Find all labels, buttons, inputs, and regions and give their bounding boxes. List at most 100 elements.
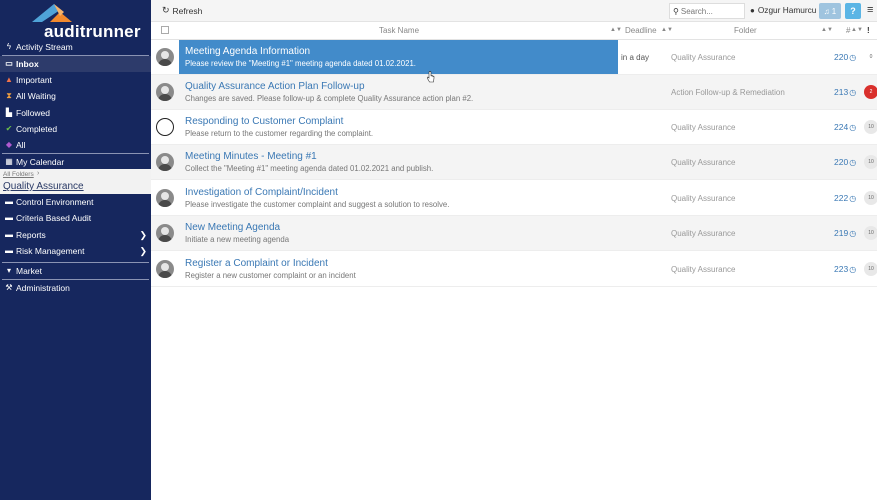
folder-risk-management[interactable]: ▬ Risk Management ❯ — [0, 243, 151, 259]
priority-badge: 10 — [864, 155, 877, 169]
user-icon: ● — [750, 5, 755, 15]
sidebar-item-label: Important — [16, 75, 52, 85]
folder-label: Risk Management — [16, 246, 85, 256]
folder-breadcrumb: All Folders › Quality Assurance — [0, 169, 151, 194]
table-row[interactable]: Investigation of Complaint/Incident Plea… — [151, 181, 877, 216]
task-number[interactable]: 224 ◷ — [834, 122, 856, 132]
table-header: Task Name ▲▼ Deadline ▲▼ Folder ▲▼ # ▲▼ … — [151, 22, 877, 40]
sidebar-item-market[interactable]: ▾ Market — [0, 263, 151, 279]
folder-control-environment[interactable]: ▬ Control Environment — [0, 194, 151, 210]
breadcrumb-root-link[interactable]: All Folders — [3, 171, 34, 178]
sort-icon[interactable]: ▲▼ — [851, 27, 863, 33]
avatar — [156, 48, 174, 66]
table-row[interactable]: Register a Complaint or Incident Registe… — [151, 252, 877, 287]
task-cell[interactable]: Meeting Agenda Information Please review… — [179, 40, 618, 74]
sort-icon[interactable]: ▲▼ — [821, 27, 833, 33]
task-title[interactable]: Responding to Customer Complaint — [185, 116, 619, 127]
sidebar-item-important[interactable]: ▲ Important — [0, 72, 151, 88]
table-row[interactable]: Responding to Customer Complaint Please … — [151, 110, 877, 145]
sidebar-item-all[interactable]: ◆ All — [0, 137, 151, 153]
folder-criteria-based-audit[interactable]: ▬ Criteria Based Audit — [0, 210, 151, 226]
sidebar: auditrunner ϟ Activity Stream ▭ Inbox ▲ … — [0, 0, 151, 500]
priority-badge: 10 — [864, 120, 877, 134]
warning-icon: ▲ — [5, 75, 13, 84]
search-input[interactable]: ⚲ Search... — [669, 3, 745, 19]
table-row[interactable]: New Meeting Agenda Initiate a new meetin… — [151, 216, 877, 251]
clock-icon: ◷ — [849, 193, 857, 203]
table-row[interactable]: Meeting Agenda Information Please review… — [151, 40, 877, 75]
task-number[interactable]: 213 ◷ — [834, 87, 856, 97]
refresh-button[interactable]: ↻ Refresh — [162, 5, 202, 16]
task-number[interactable]: 223 ◷ — [834, 264, 856, 274]
task-title[interactable]: Quality Assurance Action Plan Follow-up — [185, 81, 619, 92]
task-cell[interactable]: Quality Assurance Action Plan Follow-up … — [179, 75, 619, 109]
column-header-number[interactable]: # — [846, 26, 850, 35]
bolt-icon: ϟ — [6, 42, 12, 51]
priority-badge: 2 — [864, 85, 877, 99]
logo[interactable]: auditrunner — [30, 2, 140, 41]
task-number-value: 224 — [834, 122, 849, 132]
task-description: Collect the "Meeting #1" meeting agenda … — [185, 164, 434, 173]
sidebar-item-label: Market — [16, 266, 42, 276]
calendar-icon: ▦ — [5, 157, 13, 166]
table-row[interactable]: Meeting Minutes - Meeting #1 Collect the… — [151, 145, 877, 180]
sort-icon[interactable]: ▲▼ — [661, 27, 673, 33]
task-number[interactable]: 219 ◷ — [834, 228, 856, 238]
column-header-deadline[interactable]: Deadline — [625, 26, 657, 35]
sidebar-item-all-waiting[interactable]: ⧗ All Waiting — [0, 88, 151, 104]
folder-reports[interactable]: ▬ Reports ❯ — [0, 227, 151, 243]
column-header-task[interactable]: Task Name — [379, 26, 419, 35]
sidebar-item-administration[interactable]: ⚒ Administration — [0, 280, 151, 296]
sidebar-item-completed[interactable]: ✔ Completed — [0, 121, 151, 137]
task-title[interactable]: Meeting Minutes - Meeting #1 — [185, 151, 619, 162]
select-all-checkbox[interactable] — [161, 26, 169, 34]
sidebar-item-followed[interactable]: ▙ Followed — [0, 105, 151, 121]
task-number[interactable]: 222 ◷ — [834, 193, 856, 203]
task-cell[interactable]: Investigation of Complaint/Incident Plea… — [179, 181, 619, 215]
task-title[interactable]: Meeting Agenda Information — [185, 46, 618, 57]
sort-icon[interactable]: ▲▼ — [610, 27, 622, 33]
breadcrumb-current-link[interactable]: Quality Assurance — [3, 181, 84, 192]
inbox-icon: ▭ — [5, 59, 13, 68]
table-row[interactable]: Quality Assurance Action Plan Follow-up … — [151, 75, 877, 110]
clock-icon: ◷ — [849, 157, 857, 167]
task-title[interactable]: Register a Complaint or Incident — [185, 258, 619, 269]
task-folder: Quality Assurance — [671, 123, 736, 132]
task-title[interactable]: New Meeting Agenda — [185, 222, 619, 233]
sidebar-item-label: Followed — [16, 108, 51, 118]
task-title[interactable]: Investigation of Complaint/Incident — [185, 187, 619, 198]
task-cell[interactable]: Register a Complaint or Incident Registe… — [179, 252, 619, 286]
sidebar-item-inbox[interactable]: ▭ Inbox — [0, 56, 151, 72]
sidebar-item-label: All — [16, 140, 26, 150]
user-name: Ozgur Hamurcu — [757, 5, 817, 15]
task-cell[interactable]: Meeting Minutes - Meeting #1 Collect the… — [179, 145, 619, 179]
task-cell[interactable]: Responding to Customer Complaint Please … — [179, 110, 619, 144]
bell-icon: ♫ — [823, 6, 830, 16]
task-description: Please review the "Meeting #1" meeting a… — [185, 59, 416, 68]
avatar — [156, 224, 174, 242]
task-number[interactable]: 220 ◷ — [834, 157, 856, 167]
folder-icon: ▬ — [5, 213, 13, 222]
column-header-folder[interactable]: Folder — [734, 26, 757, 35]
sidebar-item-activity-stream[interactable]: ϟ Activity Stream — [0, 39, 151, 55]
notification-count: 1 — [831, 6, 837, 16]
task-deadline: in a day — [621, 53, 650, 62]
chevron-right-icon[interactable]: ❯ — [139, 227, 147, 243]
chevron-right-icon[interactable]: ❯ — [139, 243, 147, 259]
column-header-priority[interactable]: ! — [867, 26, 870, 35]
notifications-button[interactable]: ♫ 1 — [819, 3, 841, 19]
help-button[interactable]: ? — [845, 3, 861, 19]
folder-icon: ▬ — [5, 197, 13, 206]
clock-icon: ◷ — [849, 52, 857, 62]
clock-icon: ◷ — [849, 87, 857, 97]
task-description: Initiate a new meeting agenda — [185, 235, 290, 244]
app-root: auditrunner ϟ Activity Stream ▭ Inbox ▲ … — [0, 0, 877, 500]
hamburger-menu-icon[interactable]: ≡ — [867, 4, 873, 16]
task-cell[interactable]: New Meeting Agenda Initiate a new meetin… — [179, 216, 619, 250]
task-folder: Quality Assurance — [671, 194, 736, 203]
task-folder: Quality Assurance — [671, 265, 736, 274]
user-menu[interactable]: ● Ozgur Hamurcu — [750, 5, 816, 15]
check-icon: ✔ — [5, 124, 13, 133]
task-number[interactable]: 220 ◷ — [834, 52, 856, 62]
sidebar-item-my-calendar[interactable]: ▦ My Calendar — [0, 154, 151, 170]
